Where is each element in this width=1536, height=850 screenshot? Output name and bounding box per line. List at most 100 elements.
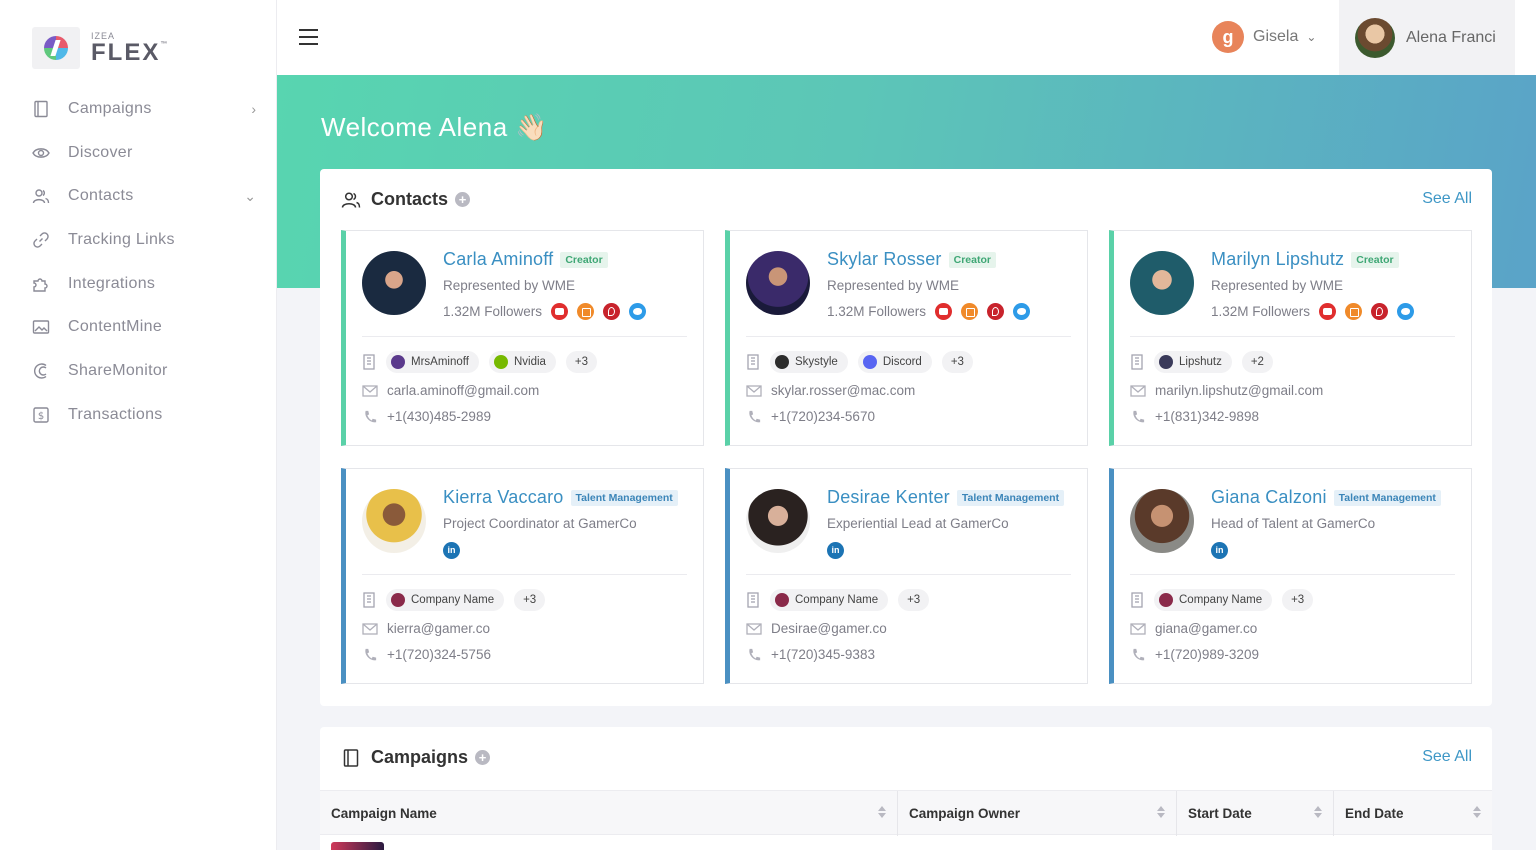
- youtube-icon[interactable]: [1319, 303, 1337, 320]
- sidebar-item-transactions[interactable]: $ Transactions: [0, 393, 276, 437]
- company-logo-icon: [391, 355, 405, 369]
- contact-card[interactable]: Giana Calzoni Talent Management Head of …: [1109, 468, 1472, 684]
- envelope-icon: [362, 384, 378, 397]
- section-title: Contacts: [371, 189, 449, 209]
- campaign-thumbnail[interactable]: [331, 842, 384, 850]
- company-logo-icon: [1159, 355, 1173, 369]
- sidebar-item-discover[interactable]: Discover: [0, 131, 276, 175]
- column-campaign-name[interactable]: Campaign Name: [320, 791, 898, 836]
- pinterest-icon[interactable]: [987, 303, 1005, 320]
- company-chip[interactable]: Lipshutz: [1154, 351, 1232, 373]
- contact-phone[interactable]: +1(430)485-2989: [387, 409, 491, 424]
- company-logo-icon: [775, 593, 789, 607]
- company-chip[interactable]: Company Name: [386, 589, 505, 611]
- contact-email[interactable]: carla.aminoff@gmail.com: [387, 383, 539, 398]
- pinterest-icon[interactable]: [603, 303, 621, 320]
- hamburger-menu-icon[interactable]: [299, 29, 318, 50]
- logo-name: FLEX: [91, 38, 161, 66]
- company-chip[interactable]: Discord: [857, 351, 932, 373]
- twitter-icon[interactable]: [629, 303, 647, 320]
- sidebar-item-integrations[interactable]: Integrations: [0, 262, 276, 306]
- twitch-icon[interactable]: [961, 303, 979, 320]
- sort-icon: [1157, 806, 1165, 820]
- contact-card[interactable]: Carla Aminoff Creator Represented by WME…: [341, 230, 704, 446]
- users-icon: [32, 187, 50, 205]
- user-menu[interactable]: Alena Franci: [1339, 0, 1515, 75]
- contact-phone[interactable]: +1(720)989-3209: [1155, 647, 1259, 662]
- contact-phone[interactable]: +1(720)234-5670: [771, 409, 875, 424]
- contact-card[interactable]: Desirae Kenter Talent Management Experie…: [725, 468, 1088, 684]
- dollar-icon: $: [32, 406, 50, 424]
- creator-badge: Creator: [560, 251, 608, 268]
- phone-icon: [365, 648, 377, 660]
- youtube-icon[interactable]: [935, 303, 953, 320]
- company-logo-icon: [493, 355, 508, 369]
- book-icon: [343, 748, 359, 767]
- sidebar-item-sharemonitor[interactable]: ShareMonitor: [0, 349, 276, 393]
- building-icon: [747, 592, 759, 608]
- pinterest-icon[interactable]: [1371, 303, 1389, 320]
- company-logo-icon: [1159, 593, 1173, 607]
- add-contact-plus-icon[interactable]: +: [455, 192, 471, 207]
- sidebar-item-label: Integrations: [68, 274, 156, 292]
- contact-subtitle: Represented by WME: [827, 278, 960, 293]
- company-chip[interactable]: MrsAminoff: [386, 351, 479, 373]
- contact-card[interactable]: Skylar Rosser Creator Represented by WME…: [725, 230, 1088, 446]
- envelope-icon: [1130, 384, 1146, 397]
- column-campaign-owner[interactable]: Campaign Owner: [898, 791, 1177, 836]
- more-companies-chip[interactable]: +3: [565, 351, 598, 373]
- see-all-contacts-link[interactable]: See All: [1422, 190, 1472, 208]
- section-title: Campaigns: [371, 747, 469, 767]
- org-switcher[interactable]: g Gisela ⌄: [1212, 20, 1316, 54]
- divider: [362, 336, 687, 337]
- contact-email[interactable]: kierra@gamer.co: [387, 621, 490, 636]
- contact-phone[interactable]: +1(831)342-9898: [1155, 409, 1259, 424]
- contact-name[interactable]: Carla Aminoff: [443, 249, 553, 270]
- contact-subtitle: Represented by WME: [1211, 278, 1344, 293]
- contact-name[interactable]: Skylar Rosser: [827, 249, 942, 270]
- add-campaign-plus-icon[interactable]: +: [475, 750, 491, 765]
- more-companies-chip[interactable]: +3: [941, 351, 973, 373]
- linkedin-icon[interactable]: in: [1211, 542, 1228, 559]
- company-chip[interactable]: Nvidia: [488, 351, 556, 373]
- twitch-icon[interactable]: [577, 303, 595, 320]
- contact-card[interactable]: Kierra Vaccaro Talent Management Project…: [341, 468, 704, 684]
- company-chip[interactable]: Company Name: [1154, 589, 1273, 611]
- phone-icon: [749, 410, 761, 422]
- column-end-date[interactable]: End Date: [1334, 791, 1492, 836]
- contact-name[interactable]: Desirae Kenter: [827, 487, 950, 508]
- contact-name[interactable]: Kierra Vaccaro: [443, 487, 564, 508]
- talent-management-badge: Talent Management: [570, 489, 678, 506]
- company-chip[interactable]: Company Name: [770, 589, 889, 611]
- contact-email[interactable]: marilyn.lipshutz@gmail.com: [1155, 383, 1323, 398]
- sidebar-item-contentmine[interactable]: ContentMine: [0, 305, 276, 349]
- more-companies-chip[interactable]: +3: [1282, 589, 1314, 611]
- more-companies-chip[interactable]: +2: [1241, 351, 1273, 373]
- linkedin-icon[interactable]: in: [443, 542, 460, 559]
- twitter-icon[interactable]: [1397, 303, 1415, 320]
- column-start-date[interactable]: Start Date: [1177, 791, 1334, 836]
- see-all-campaigns-link[interactable]: See All: [1422, 748, 1472, 766]
- followers-count: 1.32M Followers: [443, 304, 543, 319]
- contact-email[interactable]: skylar.rosser@mac.com: [771, 383, 915, 398]
- company-chip[interactable]: Skystyle: [770, 351, 848, 373]
- linkedin-icon[interactable]: in: [827, 542, 844, 559]
- talent-management-badge: Talent Management: [956, 489, 1065, 506]
- divider: [1130, 574, 1455, 575]
- sidebar-item-tracking-links[interactable]: Tracking Links: [0, 218, 276, 262]
- contact-email[interactable]: giana@gamer.co: [1155, 621, 1257, 636]
- contact-phone[interactable]: +1(720)345-9383: [771, 647, 875, 662]
- sidebar-item-campaigns[interactable]: Campaigns ›: [0, 87, 276, 131]
- izea-flex-logo[interactable]: IZEA FLEX™: [32, 27, 169, 69]
- contact-name[interactable]: Giana Calzoni: [1211, 487, 1327, 508]
- sidebar-item-contacts[interactable]: Contacts ⌄: [0, 174, 276, 218]
- youtube-icon[interactable]: [551, 303, 569, 320]
- more-companies-chip[interactable]: +3: [514, 589, 546, 611]
- contact-email[interactable]: Desirae@gamer.co: [771, 621, 887, 636]
- twitch-icon[interactable]: [1345, 303, 1363, 320]
- contact-phone[interactable]: +1(720)324-5756: [387, 647, 491, 662]
- contact-card[interactable]: Marilyn Lipshutz Creator Represented by …: [1109, 230, 1472, 446]
- contact-name[interactable]: Marilyn Lipshutz: [1211, 249, 1344, 270]
- twitter-icon[interactable]: [1013, 303, 1031, 320]
- more-companies-chip[interactable]: +3: [898, 589, 930, 611]
